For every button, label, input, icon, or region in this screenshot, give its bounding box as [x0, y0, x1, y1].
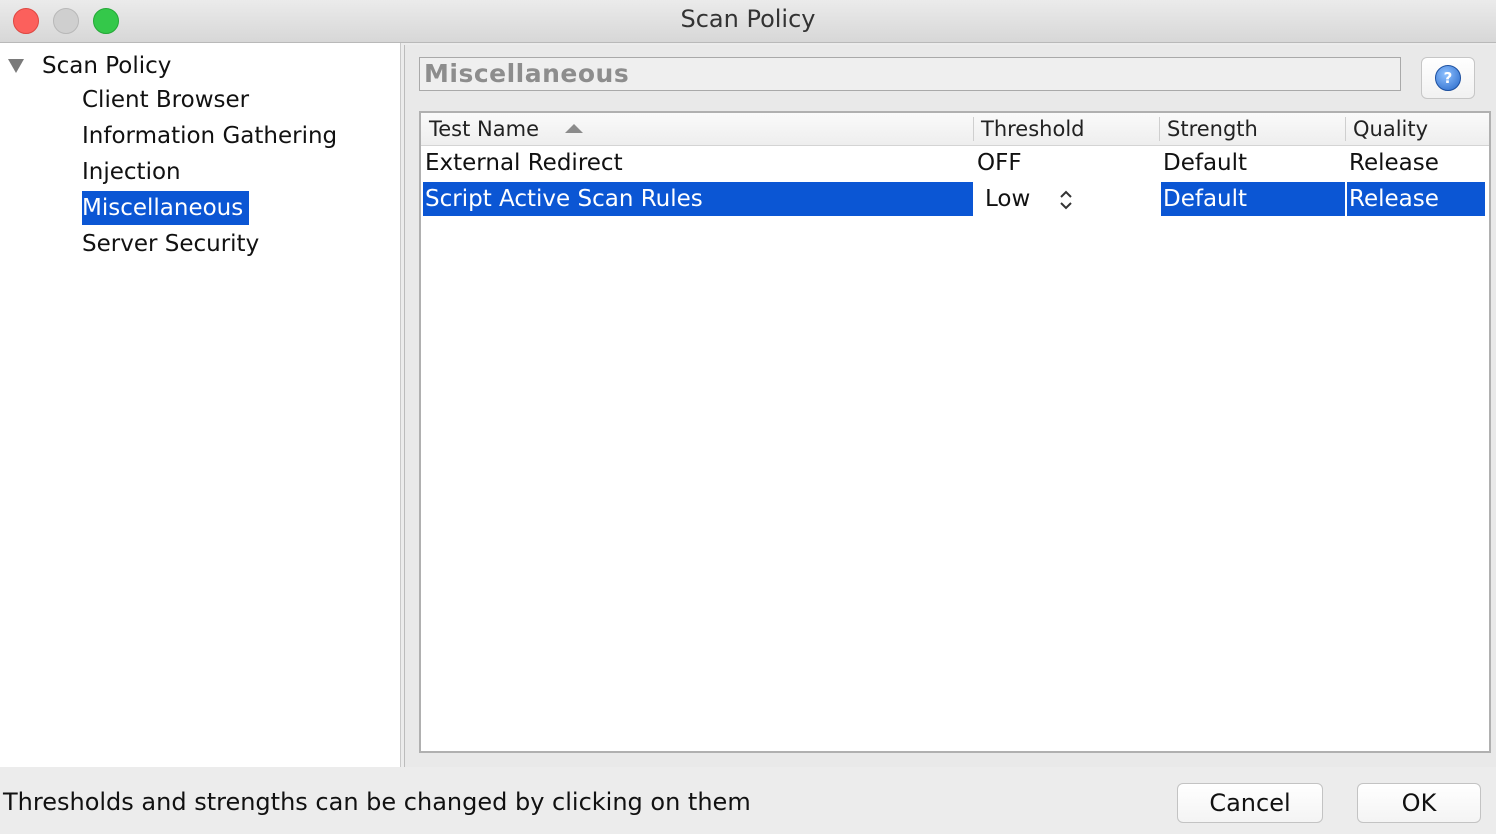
cell-quality: Release	[1349, 150, 1439, 176]
category-panel: Miscellaneous ? Test Name Threshold Stre…	[404, 45, 1496, 767]
column-header-quality[interactable]: Quality	[1353, 113, 1483, 145]
cell-threshold[interactable]: OFF	[977, 146, 1157, 180]
cancel-button[interactable]: Cancel	[1177, 783, 1323, 823]
tree-item-client-browser[interactable]: Client Browser	[82, 83, 251, 117]
cell-test-name: External Redirect	[425, 150, 623, 176]
panel-title: Miscellaneous	[419, 57, 1401, 91]
column-divider[interactable]	[1345, 117, 1346, 141]
rules-table: Test Name Threshold Strength Quality Ext…	[419, 111, 1491, 753]
window-title: Scan Policy	[680, 5, 816, 33]
table-row[interactable]: External Redirect OFF Default Release	[421, 146, 1489, 182]
column-header-threshold[interactable]: Threshold	[981, 113, 1157, 145]
table-header: Test Name Threshold Strength Quality	[421, 113, 1489, 146]
tree-root-scan-policy[interactable]: Scan Policy	[8, 51, 171, 81]
up-down-chevron-icon	[1060, 190, 1072, 210]
help-button[interactable]: ?	[1421, 57, 1475, 99]
tree-item-miscellaneous[interactable]: Miscellaneous	[82, 191, 250, 225]
column-divider[interactable]	[1159, 117, 1160, 141]
table-row-selected[interactable]: Script Active Scan Rules Low Default Rel…	[421, 182, 1489, 218]
cell-strength[interactable]: Default	[1161, 182, 1345, 216]
status-message: Thresholds and strengths can be changed …	[3, 788, 751, 816]
column-header-test-name[interactable]: Test Name	[429, 113, 969, 145]
column-divider[interactable]	[973, 117, 974, 141]
ok-button[interactable]: OK	[1357, 783, 1481, 823]
help-icon: ?	[1435, 65, 1461, 91]
cell-quality: Release	[1347, 182, 1485, 216]
expand-triangle-icon[interactable]	[8, 59, 24, 73]
tree-item-injection[interactable]: Injection	[82, 155, 183, 189]
tree-item-information-gathering[interactable]: Information Gathering	[82, 119, 339, 153]
policy-tree: Scan Policy Client Browser Information G…	[0, 43, 401, 767]
sort-ascending-icon	[565, 124, 583, 133]
tree-item-server-security[interactable]: Server Security	[82, 227, 261, 261]
threshold-select-value: Low	[985, 186, 1031, 212]
column-header-strength[interactable]: Strength	[1167, 113, 1343, 145]
cell-strength[interactable]: Default	[1163, 146, 1345, 180]
title-bar: Scan Policy	[0, 0, 1496, 43]
threshold-select[interactable]: Low	[977, 182, 1159, 216]
cell-test-name: Script Active Scan Rules	[423, 182, 973, 216]
tree-root-label: Scan Policy	[42, 53, 172, 79]
